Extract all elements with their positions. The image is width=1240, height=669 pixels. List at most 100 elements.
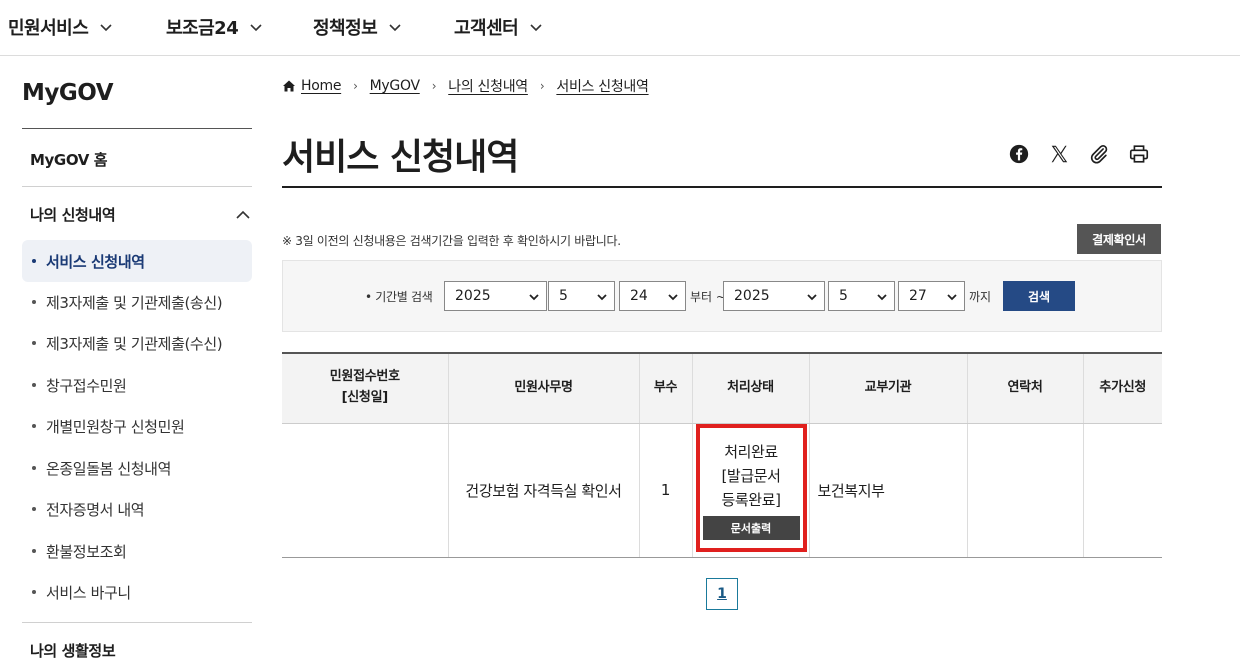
header-label: 민원접수번호: [329, 369, 400, 385]
select-value: 24: [630, 288, 648, 304]
chevron-up-icon: [236, 210, 250, 219]
divider: [282, 186, 1162, 188]
to-month-select[interactable]: 5: [828, 281, 895, 311]
chevron-down-icon: [530, 24, 542, 32]
paperclip-icon[interactable]: [1088, 143, 1110, 165]
chevron-right-icon: ›: [353, 79, 358, 93]
sidebar-item-label: 제3자제출 및 기관제출(송신): [46, 293, 223, 312]
page-number-current[interactable]: 1: [706, 578, 738, 610]
nav-item-label: 민원서비스: [8, 18, 89, 39]
sidebar-section-my-applications[interactable]: 나의 신청내역: [30, 204, 252, 225]
column-header-copies: 부수: [639, 352, 693, 424]
bullet-icon: [32, 383, 36, 387]
divider: [22, 186, 252, 187]
print-document-button[interactable]: 문서출력: [702, 515, 800, 540]
cell-extra: [1083, 423, 1162, 558]
nav-item-label: 보조금24: [166, 18, 239, 39]
print-icon[interactable]: [1128, 143, 1150, 165]
bullet-icon: [32, 424, 36, 428]
status-text: [발급문서: [721, 466, 781, 485]
table-row: 건강보험 자격득실 확인서 1 처리완료 [발급문서 등록완료] 문서출력 보건…: [282, 423, 1162, 558]
chevron-down-icon: [947, 294, 957, 301]
bullet-icon: [32, 341, 36, 345]
sidebar-item-label: 환불정보조회: [46, 542, 127, 561]
nav-item-policy-info[interactable]: 정책정보: [313, 14, 403, 40]
home-icon: [283, 80, 295, 92]
period-search-panel: • 기간별 검색 2025 5 24 부터 ~ 2025 5 27 까지 검색: [282, 260, 1162, 332]
sidebar-item-individual-counter[interactable]: 개별민원창구 신청민원: [22, 405, 252, 447]
breadcrumb-mygov[interactable]: MyGOV: [370, 78, 420, 94]
from-year-select[interactable]: 2025: [444, 281, 547, 311]
notice-text: ※ 3일 이전의 신청내용은 검색기간을 입력한 후 확인하시기 바랍니다.: [282, 234, 621, 248]
status-text: 처리완료: [724, 442, 778, 461]
page-title: 서비스 신청내역: [282, 137, 519, 178]
to-day-select[interactable]: 27: [898, 281, 965, 311]
to-suffix: 까지: [969, 290, 992, 304]
chevron-down-icon: [100, 24, 112, 32]
sidebar-section-label: 나의 신청내역: [30, 206, 116, 224]
select-value: 27: [909, 288, 927, 304]
x-twitter-icon[interactable]: [1048, 143, 1070, 165]
breadcrumb-home[interactable]: Home: [301, 78, 341, 94]
breadcrumb: Home › MyGOV › 나의 신청내역 › 서비스 신청내역: [282, 76, 649, 96]
from-month-select[interactable]: 5: [548, 281, 615, 311]
bullet-icon: [32, 507, 36, 511]
period-search-label: • 기간별 검색: [365, 290, 433, 304]
applications-table: 민원접수번호 [신청일] 민원사무명 부수 처리상태 교부기관 연락처 추가신청…: [282, 352, 1162, 558]
status-highlight-box: 처리완료 [발급문서 등록완료] 문서출력: [695, 423, 807, 552]
facebook-icon[interactable]: [1008, 143, 1030, 165]
sidebar-item-service-basket[interactable]: 서비스 바구니: [22, 571, 252, 613]
payment-receipt-button[interactable]: 결제확인서: [1077, 224, 1161, 254]
column-header-agency: 교부기관: [809, 352, 968, 424]
breadcrumb-service-applications[interactable]: 서비스 신청내역: [556, 76, 649, 96]
sidebar-item-third-party-received[interactable]: 제3자제출 및 기관제출(수신): [22, 322, 252, 364]
sidebar-item-refund-info[interactable]: 환불정보조회: [22, 530, 252, 572]
bullet-icon: [32, 549, 36, 553]
top-navigation: 민원서비스 보조금24 정책정보 고객센터: [0, 0, 1240, 56]
sidebar-brand: MyGOV: [22, 80, 114, 106]
bullet-icon: [32, 590, 36, 594]
chevron-right-icon: ›: [539, 79, 545, 93]
chevron-down-icon: [597, 294, 607, 301]
sidebar-item-label: 서비스 바구니: [46, 583, 131, 602]
status-text: 등록완료]: [721, 490, 781, 509]
chevron-down-icon: [877, 294, 887, 301]
column-header-receipt-no: 민원접수번호 [신청일]: [282, 352, 449, 424]
nav-item-customer-center[interactable]: 고객센터: [454, 14, 544, 40]
chevron-down-icon: [807, 294, 817, 301]
sidebar-item-label: 서비스 신청내역: [46, 252, 145, 271]
sidebar-item-all-day-care[interactable]: 온종일돌봄 신청내역: [22, 447, 252, 489]
nav-item-subsidy24[interactable]: 보조금24: [166, 14, 264, 40]
bullet-icon: [32, 300, 36, 304]
sidebar-item-service-applications[interactable]: 서비스 신청내역: [22, 240, 252, 282]
from-day-select[interactable]: 24: [619, 281, 686, 311]
cell-service: 건강보험 자격득실 확인서: [448, 423, 640, 558]
nav-item-label: 정책정보: [313, 18, 378, 39]
cell-receipt-no: [282, 423, 449, 558]
sidebar-item-label: 전자증명서 내역: [46, 500, 145, 519]
column-header-service: 민원사무명: [448, 352, 640, 424]
column-header-status: 처리상태: [692, 352, 810, 424]
sidebar-item-third-party-sent[interactable]: 제3자제출 및 기관제출(송신): [22, 281, 252, 323]
to-year-select[interactable]: 2025: [723, 281, 825, 311]
sidebar-item-counter-applications[interactable]: 창구접수민원: [22, 364, 252, 406]
nav-item-civil-service[interactable]: 민원서비스: [8, 14, 114, 40]
sidebar-section-my-life-info[interactable]: 나의 생활정보: [30, 640, 116, 661]
sidebar-item-mygov-home[interactable]: MyGOV 홈: [30, 149, 108, 170]
column-header-contact: 연락처: [967, 352, 1084, 424]
cell-status: 처리완료 [발급문서 등록완료] 문서출력: [692, 423, 810, 558]
nav-item-label: 고객센터: [454, 18, 519, 39]
select-value: 2025: [734, 288, 770, 304]
bullet-icon: [32, 466, 36, 470]
search-button[interactable]: 검색: [1003, 281, 1075, 311]
chevron-down-icon: [668, 294, 678, 301]
from-suffix: 부터 ~: [690, 290, 726, 304]
column-header-extra: 추가신청: [1083, 352, 1162, 424]
header-label: [신청일]: [341, 390, 389, 406]
sidebar-item-e-certificates[interactable]: 전자증명서 내역: [22, 488, 252, 530]
breadcrumb-my-applications[interactable]: 나의 신청내역: [448, 76, 528, 96]
divider: [22, 622, 252, 623]
select-value: 5: [839, 288, 848, 304]
divider: [22, 128, 252, 129]
table-header-row: 민원접수번호 [신청일] 민원사무명 부수 처리상태 교부기관 연락처 추가신청: [282, 352, 1162, 424]
